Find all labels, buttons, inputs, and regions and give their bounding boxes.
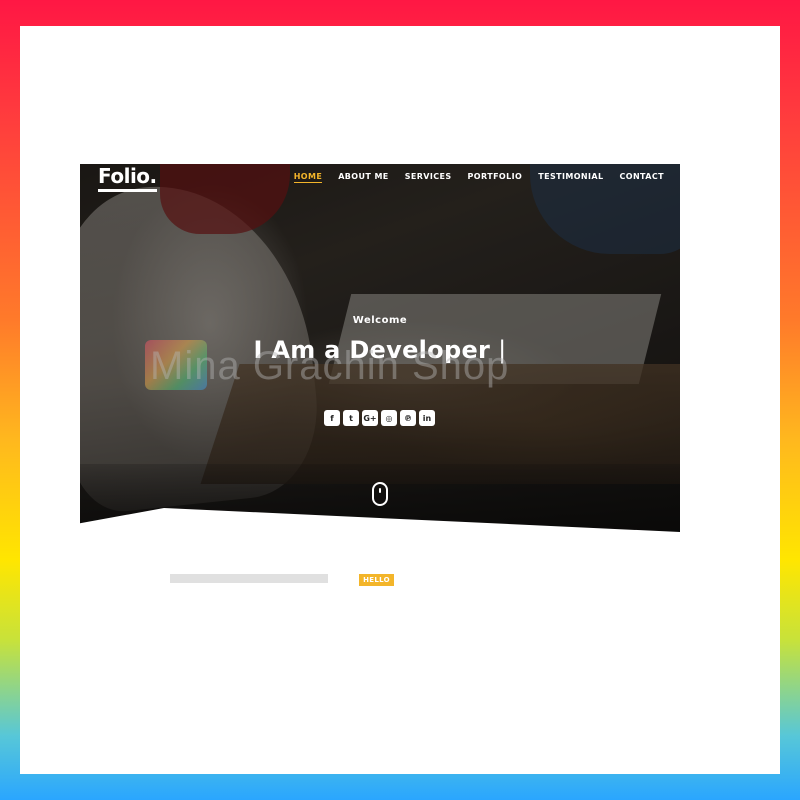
watermark-text: Mina Grachin Shop — [150, 344, 510, 388]
nav-item-testimonial[interactable]: TESTIMONIAL — [538, 172, 603, 183]
twitter-icon[interactable]: t — [343, 410, 359, 426]
about-image-placeholder — [170, 574, 328, 583]
linkedin-icon[interactable]: in — [419, 410, 435, 426]
nav-menu: HOME ABOUT ME SERVICES PORTFOLIO TESTIMO… — [293, 172, 664, 183]
navbar: Folio. HOME ABOUT ME SERVICES PORTFOLIO … — [80, 164, 680, 200]
nav-item-about-me[interactable]: ABOUT ME — [338, 172, 388, 183]
facebook-icon[interactable]: f — [324, 410, 340, 426]
instagram-icon[interactable]: ◎ — [381, 410, 397, 426]
nav-item-contact[interactable]: CONTACT — [619, 172, 664, 183]
site-logo[interactable]: Folio. — [98, 164, 157, 192]
nav-item-portfolio[interactable]: PORTFOLIO — [468, 172, 523, 183]
hero-welcome-text: Welcome — [352, 315, 408, 326]
about-section: HELLO — [80, 546, 680, 616]
nav-item-services[interactable]: SERVICES — [405, 172, 452, 183]
hello-badge: HELLO — [359, 574, 394, 586]
pinterest-icon[interactable]: ℗ — [400, 410, 416, 426]
scroll-down-icon[interactable] — [372, 482, 388, 506]
social-links: f t G+ ◎ ℗ in — [324, 410, 435, 426]
google-plus-icon[interactable]: G+ — [362, 410, 378, 426]
nav-item-home[interactable]: HOME — [293, 172, 323, 183]
